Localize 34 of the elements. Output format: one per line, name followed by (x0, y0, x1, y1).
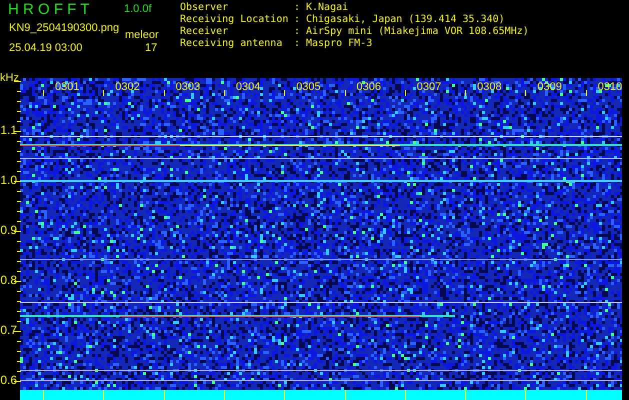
axis-label: 0.8 (0, 274, 17, 286)
field-label: Receiving Location (180, 14, 290, 26)
field-label: Receiver (180, 26, 230, 38)
app-title: H R O F F T (8, 2, 90, 18)
time-label: 0304 (236, 81, 260, 93)
axis-label: 0.9 (0, 224, 17, 236)
axis-label: 0.6 (0, 374, 17, 386)
date-time: 25.04.19 03:00 (9, 42, 82, 55)
field-value: K.Nagai (306, 2, 348, 14)
axis-label: 1.0 (0, 174, 17, 186)
separator: : (294, 38, 302, 50)
field-value: Maspro FM-3 (306, 38, 372, 50)
version-label: 1.0.0f (124, 3, 152, 16)
time-label: 0301 (55, 81, 80, 93)
field-label: Receiving antenna (180, 38, 284, 50)
separator: : (294, 14, 302, 26)
time-label: 0303 (176, 81, 200, 93)
field-value: AirSpy mini (Miakejima VOR 108.65MHz) (306, 26, 529, 38)
time-label: 0310 (598, 81, 622, 93)
time-label: 0302 (115, 81, 140, 93)
field-value: Chigasaki, Japan (139.414 35.340) (306, 14, 505, 26)
meteor-count: 17 (145, 42, 158, 55)
axis-unit-label: kHz (0, 72, 19, 84)
axis-label: 0.7 (0, 324, 17, 336)
field-label: Observer (180, 2, 230, 14)
time-label: 0307 (416, 81, 442, 93)
time-label: 0305 (296, 81, 321, 93)
detection-label: meleor (125, 29, 159, 42)
time-label: 0308 (477, 81, 502, 93)
time-label: 0306 (356, 81, 381, 93)
separator: : (294, 2, 302, 14)
axis-label: 1.1 (0, 124, 17, 136)
file-name: KN9_2504190300.png (9, 22, 120, 35)
separator: : (294, 26, 302, 38)
